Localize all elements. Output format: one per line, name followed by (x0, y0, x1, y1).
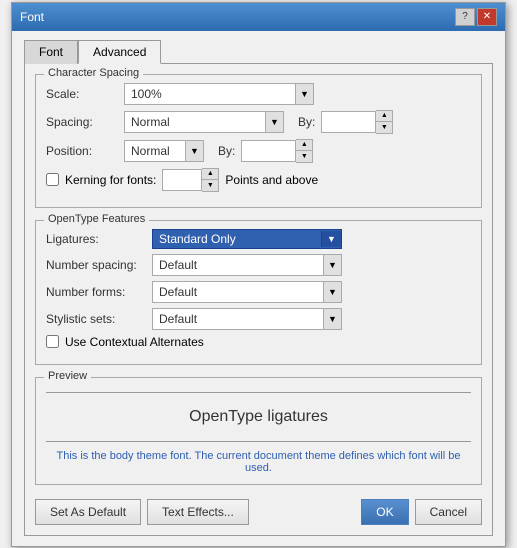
stylistic-label: Stylistic sets: (46, 312, 146, 326)
scale-dropdown-arrow[interactable]: ▼ (295, 84, 313, 104)
spacing-row: Spacing: Normal ▼ By: ▲ ▼ (46, 110, 471, 134)
tabs: Font Advanced (24, 39, 493, 63)
kerning-spinner-btns: ▲ ▼ (202, 168, 219, 192)
cancel-button[interactable]: Cancel (415, 499, 482, 525)
position-row: Position: Normal ▼ By: ▲ ▼ (46, 139, 471, 163)
position-by-spinner-btns: ▲ ▼ (296, 139, 313, 163)
contextual-row: Use Contextual Alternates (46, 335, 471, 349)
ligatures-dropdown-arrow[interactable]: ▼ (321, 231, 341, 247)
dialog-title: Font (20, 10, 44, 24)
btn-right-group: OK Cancel (361, 499, 482, 525)
spacing-by-input[interactable] (321, 111, 376, 133)
preview-box: Preview OpenType ligatures This is the b… (35, 377, 482, 485)
number-spacing-row: Number spacing: Default ▼ (46, 254, 471, 276)
opentype-group: OpenType Features Ligatures: Standard On… (35, 220, 482, 365)
stylistic-value: Default (153, 310, 323, 328)
scale-combo[interactable]: 100% ▼ (124, 83, 314, 105)
preview-title: Preview (44, 370, 91, 382)
close-button[interactable]: ✕ (477, 8, 497, 26)
position-value: Normal (125, 142, 185, 160)
tab-content: Character Spacing Scale: 100% ▼ Spacing:… (24, 63, 493, 536)
ligatures-row: Ligatures: Standard Only ▼ (46, 229, 471, 249)
character-spacing-title: Character Spacing (44, 67, 143, 79)
number-spacing-combo[interactable]: Default ▼ (152, 254, 342, 276)
by-label-2: By: (218, 144, 235, 158)
number-spacing-label: Number spacing: (46, 258, 146, 272)
scale-value: 100% (125, 85, 295, 103)
tab-font[interactable]: Font (24, 40, 78, 64)
number-forms-dropdown-arrow[interactable]: ▼ (323, 282, 341, 302)
contextual-checkbox[interactable] (46, 335, 59, 348)
preview-text: OpenType ligatures (189, 408, 328, 426)
by-label-1: By: (298, 115, 315, 129)
spacing-dropdown-arrow[interactable]: ▼ (265, 112, 283, 132)
scale-label: Scale: (46, 87, 118, 101)
font-dialog: Font ? ✕ Font Advanced Character Spacing… (11, 2, 506, 547)
tab-advanced[interactable]: Advanced (78, 40, 161, 64)
position-dropdown-arrow[interactable]: ▼ (185, 141, 203, 161)
dialog-body: Font Advanced Character Spacing Scale: 1… (12, 31, 505, 546)
number-forms-value: Default (153, 283, 323, 301)
spacing-by-down[interactable]: ▼ (376, 122, 392, 133)
spacing-combo[interactable]: Normal ▼ (124, 111, 284, 133)
btn-left-group: Set As Default Text Effects... (35, 499, 249, 525)
points-label: Points and above (225, 173, 318, 187)
number-spacing-dropdown-arrow[interactable]: ▼ (323, 255, 341, 275)
number-forms-label: Number forms: (46, 285, 146, 299)
kerning-spinner: ▲ ▼ (162, 168, 219, 192)
ligatures-label: Ligatures: (46, 232, 146, 246)
stylistic-combo[interactable]: Default ▼ (152, 308, 342, 330)
stylistic-dropdown-arrow[interactable]: ▼ (323, 309, 341, 329)
stylistic-row: Stylistic sets: Default ▼ (46, 308, 471, 330)
preview-note: This is the body theme font. The current… (46, 448, 471, 474)
position-by-spinner: ▲ ▼ (241, 139, 313, 163)
kerning-checkbox[interactable] (46, 173, 59, 186)
position-label: Position: (46, 144, 118, 158)
scale-row: Scale: 100% ▼ (46, 83, 471, 105)
kerning-up[interactable]: ▲ (202, 169, 218, 180)
ok-button[interactable]: OK (361, 499, 408, 525)
kerning-label: Kerning for fonts: (65, 173, 156, 187)
position-combo[interactable]: Normal ▼ (124, 140, 204, 162)
kerning-row: Kerning for fonts: ▲ ▼ Points and above (46, 168, 471, 192)
spacing-by-spinner-btns: ▲ ▼ (376, 110, 393, 134)
number-spacing-value: Default (153, 256, 323, 274)
contextual-label: Use Contextual Alternates (65, 335, 204, 349)
text-effects-button[interactable]: Text Effects... (147, 499, 249, 525)
title-bar: Font ? ✕ (12, 3, 505, 31)
position-by-down[interactable]: ▼ (296, 151, 312, 162)
set-as-default-button[interactable]: Set As Default (35, 499, 141, 525)
character-spacing-group: Character Spacing Scale: 100% ▼ Spacing:… (35, 74, 482, 208)
spacing-value: Normal (125, 113, 265, 131)
button-row: Set As Default Text Effects... OK Cancel (35, 495, 482, 525)
preview-inner: OpenType ligatures (46, 392, 471, 442)
position-by-up[interactable]: ▲ (296, 140, 312, 151)
help-button[interactable]: ? (455, 8, 475, 26)
kerning-input[interactable] (162, 169, 202, 191)
kerning-down[interactable]: ▼ (202, 180, 218, 191)
number-forms-row: Number forms: Default ▼ (46, 281, 471, 303)
opentype-title: OpenType Features (44, 213, 149, 225)
ligatures-value: Standard Only (153, 230, 321, 248)
ligatures-combo[interactable]: Standard Only ▼ (152, 229, 342, 249)
title-controls: ? ✕ (455, 8, 497, 26)
position-by-input[interactable] (241, 140, 296, 162)
spacing-label: Spacing: (46, 115, 118, 129)
number-forms-combo[interactable]: Default ▼ (152, 281, 342, 303)
title-bar-left: Font (20, 10, 44, 24)
spacing-by-spinner: ▲ ▼ (321, 110, 393, 134)
spacing-by-up[interactable]: ▲ (376, 111, 392, 122)
